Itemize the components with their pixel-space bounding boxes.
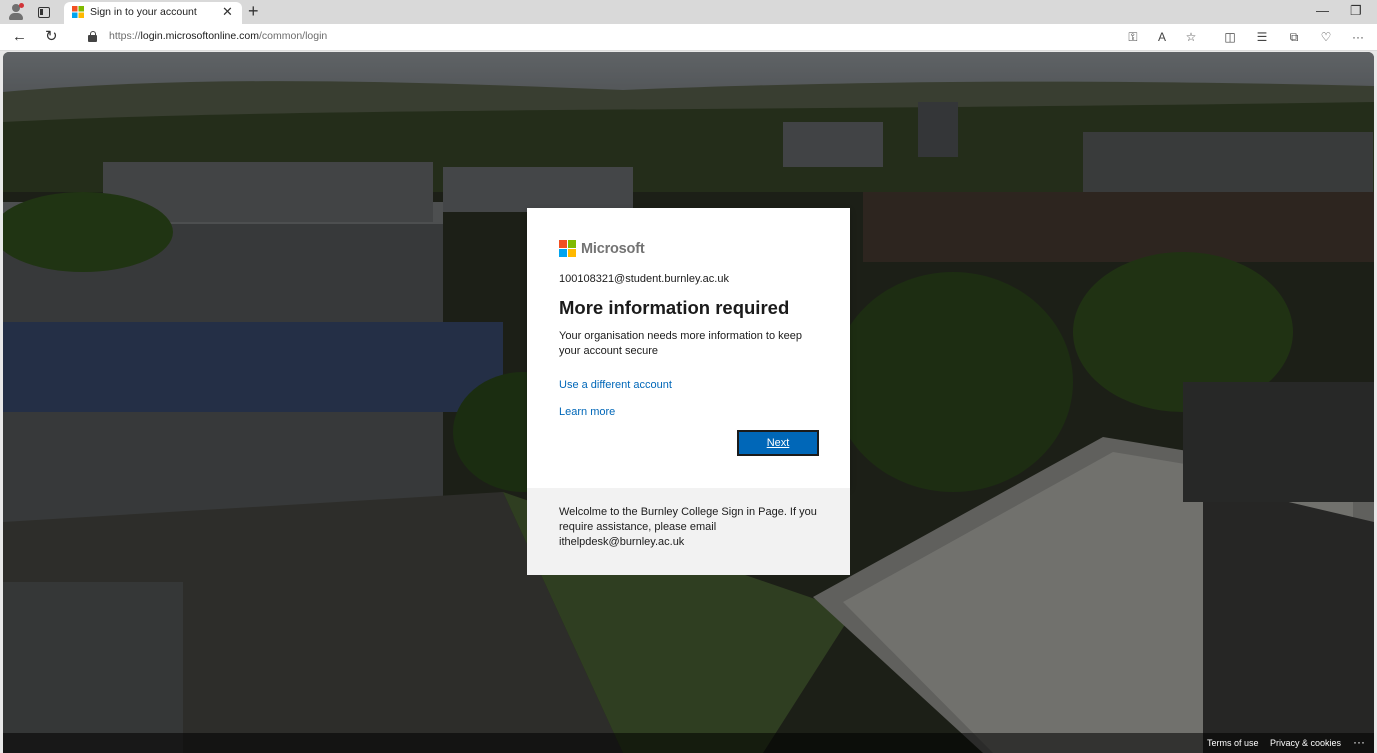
back-icon[interactable]: ←	[12, 28, 27, 46]
split-screen-icon[interactable]: ◫	[1221, 28, 1239, 46]
refresh-icon[interactable]: ↻	[45, 28, 58, 46]
organization-banner: Welcolme to the Burnley College Sign in …	[527, 488, 850, 575]
favorites-icon[interactable]: ☰	[1253, 28, 1271, 46]
next-button[interactable]: Next	[737, 430, 819, 456]
account-identity: 100108321@student.burnley.ac.uk	[559, 273, 729, 285]
tab-strip: Sign in to your account ✕ + — ❐	[0, 0, 1377, 24]
terms-of-use-link[interactable]: Terms of use	[1207, 738, 1259, 748]
read-aloud-icon[interactable]: A	[1153, 28, 1171, 46]
tab-actions-icon[interactable]	[35, 3, 53, 21]
minimize-button[interactable]: —	[1316, 2, 1329, 20]
microsoft-logo: Microsoft	[559, 240, 645, 257]
tab-title: Sign in to your account	[90, 6, 197, 18]
new-tab-button[interactable]: +	[248, 1, 259, 21]
use-different-account-link[interactable]: Use a different account	[559, 379, 672, 391]
collections-icon[interactable]: ⧉	[1285, 28, 1303, 46]
more-icon[interactable]: ···	[1349, 28, 1367, 46]
maximize-button[interactable]: ❐	[1350, 2, 1362, 20]
info-description: Your organisation needs more information…	[559, 330, 802, 357]
sign-in-card: Microsoft 100108321@student.burnley.ac.u…	[527, 208, 850, 488]
banner-text: Welcolme to the Burnley College Sign in …	[559, 506, 817, 548]
microsoft-favicon-icon	[72, 6, 84, 18]
url-text[interactable]: https://login.microsoftonline.com/common…	[109, 30, 327, 42]
privacy-cookies-link[interactable]: Privacy & cookies	[1270, 738, 1341, 748]
browser-essentials-icon[interactable]: ♡	[1317, 28, 1335, 46]
footer-more-icon[interactable]: ···	[1353, 735, 1365, 749]
page-footer: Terms of use Privacy & cookies ···	[3, 733, 1374, 753]
key-icon[interactable]: ⚿	[1124, 28, 1142, 46]
page-title: More information required	[559, 297, 790, 318]
tab-close-icon[interactable]: ✕	[222, 4, 233, 20]
microsoft-wordmark: Microsoft	[581, 240, 645, 257]
profile-icon[interactable]	[7, 3, 25, 21]
favorite-icon[interactable]: ☆	[1182, 28, 1200, 46]
url-field[interactable]: https://login.microsoftonline.com/common…	[74, 26, 1214, 48]
lock-icon[interactable]	[88, 31, 97, 42]
microsoft-logo-icon	[559, 240, 576, 257]
learn-more-link[interactable]: Learn more	[559, 406, 615, 418]
page-viewport: Microsoft 100108321@student.burnley.ac.u…	[3, 52, 1374, 753]
address-bar: ← ↻ https://login.microsoftonline.com/co…	[0, 24, 1377, 51]
tab-sign-in[interactable]: Sign in to your account ✕	[64, 2, 242, 24]
